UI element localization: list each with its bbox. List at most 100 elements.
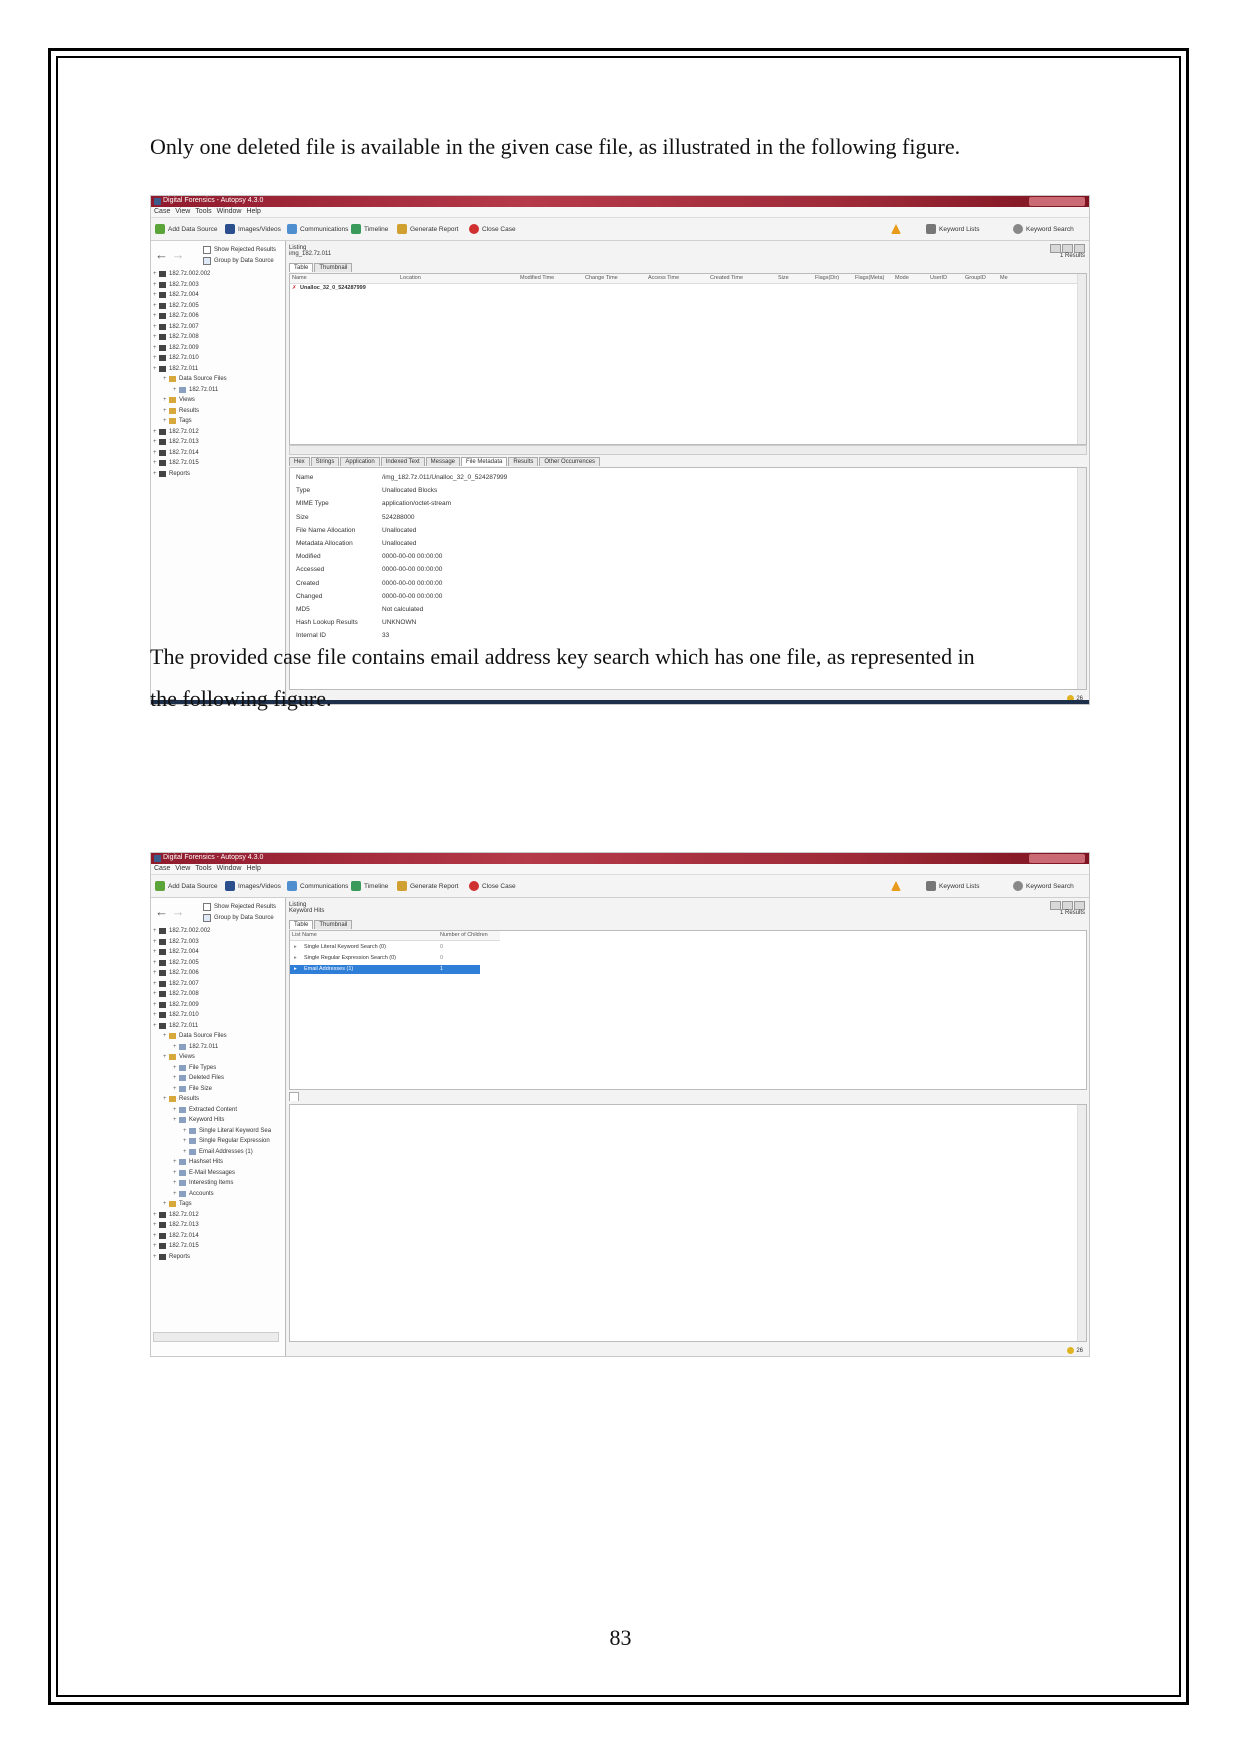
tree-node[interactable]: +182.7z.009 xyxy=(153,1000,283,1011)
column-header[interactable]: Size xyxy=(778,275,789,281)
tree-node[interactable]: +182.7z.005 xyxy=(153,301,283,312)
tree-node[interactable]: + Extracted Content xyxy=(153,1105,283,1116)
tree-node[interactable]: +182.7z.015 xyxy=(153,1241,283,1252)
tree-node[interactable]: + Reports xyxy=(153,1252,283,1263)
group-by-source-checkbox[interactable]: Group by Data Source xyxy=(203,257,274,265)
generate-report-button[interactable]: Generate Report xyxy=(397,880,458,892)
table-row[interactable]: ▸ Single Regular Expression Search (0) 0 xyxy=(290,954,480,963)
content-viewer-tab[interactable]: Results xyxy=(508,457,539,466)
tree-node[interactable]: + Hashset Hits xyxy=(153,1157,283,1168)
warning-icon[interactable] xyxy=(891,223,904,235)
tree-node[interactable]: +182.7z.003 xyxy=(153,280,283,291)
add-data-source-button[interactable]: Add Data Source xyxy=(155,880,218,892)
column-header[interactable]: GroupID xyxy=(965,275,986,281)
communications-button[interactable]: Communications xyxy=(287,880,348,892)
table-row[interactable]: ▸ Single Literal Keyword Search (0) 0 xyxy=(290,943,480,952)
tree-node[interactable]: +182.7z.011 xyxy=(153,364,283,375)
tree-node[interactable]: +182.7z.004 xyxy=(153,290,283,301)
back-arrow-icon[interactable]: ← xyxy=(155,247,168,262)
communications-button[interactable]: Communications xyxy=(287,223,348,235)
content-viewer-tab[interactable]: Indexed Text xyxy=(380,457,425,466)
menu-view[interactable]: View xyxy=(175,864,190,874)
menu-window[interactable]: Window xyxy=(217,864,242,874)
keyword-search-button[interactable]: Keyword Search xyxy=(1013,223,1074,235)
column-header[interactable]: UserID xyxy=(930,275,947,281)
group-by-source-checkbox[interactable]: Group by Data Source xyxy=(203,914,274,922)
tree-node[interactable]: +182.7z.008 xyxy=(153,989,283,1000)
show-rejected-checkbox[interactable]: Show Rejected Results xyxy=(203,903,276,911)
tree-node[interactable]: + Accounts xyxy=(153,1189,283,1200)
forward-arrow-icon[interactable]: → xyxy=(172,247,185,262)
tree-node[interactable]: +182.7z.005 xyxy=(153,958,283,969)
tree-node[interactable]: + Interesting Items xyxy=(153,1178,283,1189)
tree-node[interactable]: +182.7z.009 xyxy=(153,343,283,354)
tree-node[interactable]: +182.7z.013 xyxy=(153,437,283,448)
tree-node[interactable]: + Single Regular Expression xyxy=(153,1136,283,1147)
nav-back-forward[interactable]: ← → xyxy=(155,247,185,262)
tree-node[interactable]: +182.7z.007 xyxy=(153,979,283,990)
tree-node[interactable]: +182.7z.006 xyxy=(153,968,283,979)
column-header[interactable]: Modified Time xyxy=(520,275,554,281)
column-header[interactable]: Flags(Meta) xyxy=(855,275,884,281)
tree-node[interactable]: +182.7z.014 xyxy=(153,448,283,459)
tab-table[interactable]: Table xyxy=(289,920,314,929)
tree-node[interactable]: +182.7z.010 xyxy=(153,353,283,364)
back-arrow-icon[interactable]: ← xyxy=(155,904,168,919)
menu-help[interactable]: Help xyxy=(246,207,260,217)
column-header[interactable]: Flags(Dir) xyxy=(815,275,839,281)
detail-vertical-scrollbar[interactable] xyxy=(1077,1105,1086,1341)
tree-horizontal-scrollbar[interactable] xyxy=(153,1332,279,1342)
tree-node[interactable]: + File Size xyxy=(153,1084,283,1095)
tab-thumbnail[interactable]: Thumbnail xyxy=(314,263,353,272)
tree-node[interactable]: +182.7z.015 xyxy=(153,458,283,469)
menu-case[interactable]: Case xyxy=(154,864,170,874)
images-videos-button[interactable]: Images/Videos xyxy=(225,880,281,892)
tree-node[interactable]: +182.7z.010 xyxy=(153,1010,283,1021)
tree-node[interactable]: +182.7z.003 xyxy=(153,937,283,948)
tree-node[interactable]: +182.7z.012 xyxy=(153,427,283,438)
tree-node[interactable]: + Views xyxy=(153,1052,283,1063)
column-header[interactable]: Name xyxy=(292,275,307,281)
add-data-source-button[interactable]: Add Data Source xyxy=(155,223,218,235)
table-row[interactable]: ✗ Unalloc_32_0_524287999 xyxy=(290,284,1086,293)
content-viewer-tab[interactable]: Hex xyxy=(289,457,310,466)
tree-node[interactable]: +182.7z.014 xyxy=(153,1231,283,1242)
timeline-button[interactable]: Timeline xyxy=(351,880,388,892)
tree-node[interactable]: + Reports xyxy=(153,469,283,480)
window-controls[interactable] xyxy=(1029,854,1085,863)
viewer-window-controls[interactable] xyxy=(1050,901,1085,910)
tree-node[interactable]: + Keyword Hits xyxy=(153,1115,283,1126)
viewer-window-controls[interactable] xyxy=(1050,244,1085,253)
nav-back-forward[interactable]: ← → xyxy=(155,904,185,919)
forward-arrow-icon[interactable]: → xyxy=(172,904,185,919)
menu-case[interactable]: Case xyxy=(154,207,170,217)
tree-node[interactable]: +182.7z.002.002 xyxy=(153,269,283,280)
tree-node[interactable]: +182.7z.011 xyxy=(153,1042,283,1053)
close-case-button[interactable]: Close Case xyxy=(469,223,516,235)
tree-node[interactable]: + Tags xyxy=(153,416,283,427)
tree-node[interactable]: + Deleted Files xyxy=(153,1073,283,1084)
tree-node[interactable]: + E-Mail Messages xyxy=(153,1168,283,1179)
menu-tools[interactable]: Tools xyxy=(195,207,211,217)
tree-node[interactable]: +182.7z.012 xyxy=(153,1210,283,1221)
column-header[interactable]: Access Time xyxy=(648,275,679,281)
warning-icon[interactable] xyxy=(891,880,904,892)
column-header[interactable]: Me xyxy=(1000,275,1008,281)
window-controls[interactable] xyxy=(1029,197,1085,206)
menu-view[interactable]: View xyxy=(175,207,190,217)
tree-node[interactable]: + Results xyxy=(153,406,283,417)
content-viewer-tab[interactable]: Application xyxy=(340,457,380,466)
column-header[interactable]: Change Time xyxy=(585,275,618,281)
notification-icon[interactable] xyxy=(1067,1347,1075,1354)
column-header[interactable]: Location xyxy=(400,275,421,281)
tab-thumbnail[interactable]: Thumbnail xyxy=(314,920,353,929)
tree-node[interactable]: + Single Literal Keyword Sea xyxy=(153,1126,283,1137)
timeline-button[interactable]: Timeline xyxy=(351,223,388,235)
keyword-search-button[interactable]: Keyword Search xyxy=(1013,880,1074,892)
tree-node[interactable]: +182.7z.002.002 xyxy=(153,926,283,937)
tree-node[interactable]: +182.7z.004 xyxy=(153,947,283,958)
menu-tools[interactable]: Tools xyxy=(195,864,211,874)
tree-node[interactable]: +182.7z.013 xyxy=(153,1220,283,1231)
tree-node[interactable]: +182.7z.011 xyxy=(153,1021,283,1032)
content-viewer-tab[interactable]: Other Occurrences xyxy=(539,457,601,466)
